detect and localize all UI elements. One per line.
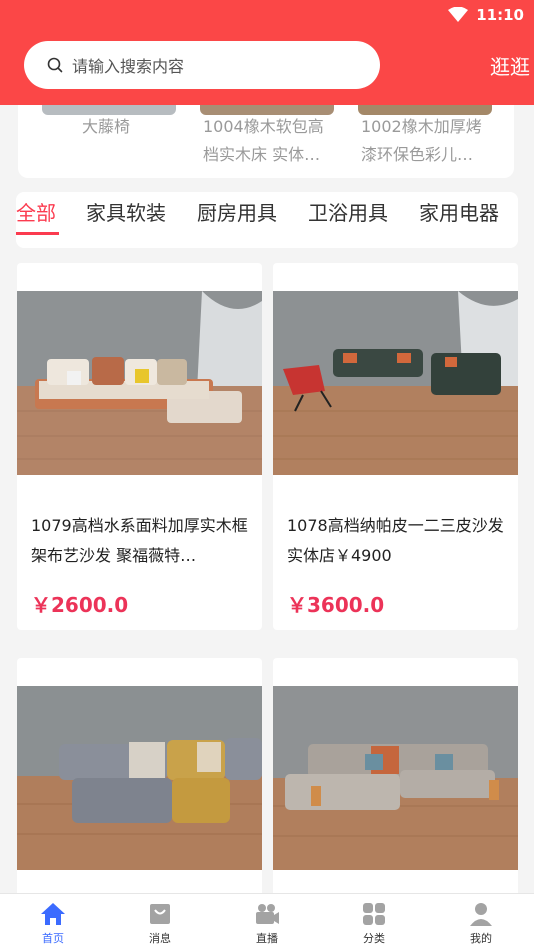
tab-bathroom[interactable]: 卫浴用具 xyxy=(308,197,388,226)
nav-messages[interactable]: 消息 xyxy=(130,900,190,946)
search-icon xyxy=(47,57,63,73)
status-time: 11:10 xyxy=(476,6,524,24)
live-icon xyxy=(256,904,279,924)
tab-label: 全部 xyxy=(16,201,56,225)
category-icon xyxy=(363,903,385,925)
featured-product-title[interactable]: 漆环保色彩儿… xyxy=(361,141,511,169)
product-card[interactable] xyxy=(17,658,262,898)
product-card[interactable]: 1078高档纳帕皮一二三皮沙发 实体店￥4900 ￥3600.0 xyxy=(273,263,518,630)
wifi-icon xyxy=(448,7,469,22)
browse-button[interactable]: 逛逛 xyxy=(490,51,530,80)
tab-appliances[interactable]: 家用电器 xyxy=(419,197,499,226)
nav-home[interactable]: 首页 xyxy=(23,900,83,946)
nav-label: 分类 xyxy=(363,932,385,945)
product-card[interactable]: 1079高档水系面料加厚实木框架布艺沙发 聚福薇特… ￥2600.0 xyxy=(17,263,262,630)
nav-profile[interactable]: 我的 xyxy=(451,900,511,946)
featured-product-title[interactable]: 1002橡木加厚烤 xyxy=(361,113,511,141)
featured-product-title[interactable]: 大藤椅 xyxy=(82,113,130,141)
product-image[interactable] xyxy=(17,686,262,870)
tab-active-indicator xyxy=(16,232,59,235)
category-tabs: 全部 家具软装 厨房用具 卫浴用具 家用电器 xyxy=(16,192,518,248)
tab-kitchen[interactable]: 厨房用具 xyxy=(197,197,277,226)
search-input[interactable]: 请输入搜索内容 xyxy=(24,41,380,89)
product-image[interactable] xyxy=(273,686,518,870)
message-icon xyxy=(150,904,170,924)
featured-product-title[interactable]: 档实木床 实体… xyxy=(203,141,353,169)
product-card[interactable] xyxy=(273,658,518,898)
nav-label: 消息 xyxy=(149,932,171,945)
search-placeholder: 请输入搜索内容 xyxy=(72,57,185,76)
bottom-nav: 首页 消息 直播 分类 我的 xyxy=(0,893,534,949)
product-image[interactable] xyxy=(17,291,262,475)
top-header: 11:10 请输入搜索内容 逛逛 xyxy=(0,0,534,105)
product-image[interactable] xyxy=(273,291,518,475)
product-title[interactable]: 1079高档水系面料加厚实木框架布艺沙发 聚福薇特… xyxy=(31,511,253,571)
tab-all[interactable]: 全部 xyxy=(16,197,59,235)
tab-furniture[interactable]: 家具软装 xyxy=(86,197,166,226)
product-price: ￥3600.0 xyxy=(287,593,385,617)
nav-label: 直播 xyxy=(256,932,278,945)
nav-label: 我的 xyxy=(470,932,492,945)
featured-product-title[interactable]: 1004橡木软包高 xyxy=(203,113,353,141)
nav-category[interactable]: 分类 xyxy=(344,900,404,946)
status-bar: 11:10 xyxy=(448,5,524,25)
nav-live[interactable]: 直播 xyxy=(237,900,297,946)
product-title[interactable]: 1078高档纳帕皮一二三皮沙发 实体店￥4900 xyxy=(287,511,509,571)
home-icon xyxy=(41,903,65,925)
nav-label: 首页 xyxy=(42,932,64,945)
featured-products-strip: 大藤椅 1004橡木软包高 档实木床 实体… 1002橡木加厚烤 漆环保色彩儿… xyxy=(18,105,514,178)
product-price: ￥2600.0 xyxy=(31,593,129,617)
profile-icon xyxy=(470,903,492,926)
